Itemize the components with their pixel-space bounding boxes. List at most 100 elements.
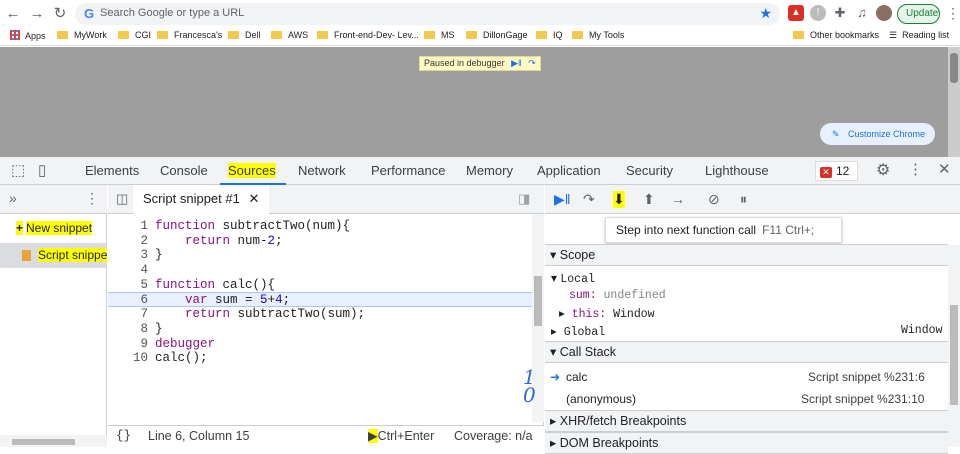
pause-on-exceptions-icon[interactable]: ⏸	[740, 191, 747, 208]
line-number[interactable]: 9	[108, 337, 148, 352]
debugger-scrollbar[interactable]	[948, 245, 960, 447]
tab-application[interactable]: Application	[537, 163, 601, 178]
code-line[interactable]: debugger	[155, 337, 365, 352]
browser-menu-icon[interactable]: ⋮	[946, 5, 960, 22]
scrollbar-thumb[interactable]	[534, 276, 542, 326]
source-code[interactable]: function subtractTwo(num){ return num-2;…	[155, 219, 365, 366]
scope-variable[interactable]: ▸ this: Window	[559, 306, 655, 321]
bookmark-folder[interactable]: DillonGage	[466, 30, 528, 40]
scope-variable[interactable]: sum: undefined	[569, 289, 666, 302]
scrollbar-thumb[interactable]	[950, 53, 958, 83]
tab-memory[interactable]: Memory	[466, 163, 513, 178]
new-snippet-button[interactable]: + New snippet	[16, 221, 93, 235]
run-snippet-button[interactable]: ▶Ctrl+Enter	[368, 426, 434, 447]
line-number[interactable]: 3	[108, 248, 148, 263]
other-bookmarks[interactable]: Other bookmarks	[793, 30, 879, 40]
extensions-puzzle-icon[interactable]: ✚	[832, 5, 848, 21]
navigator-menu-icon[interactable]: ⋮	[85, 190, 99, 207]
extension-icon[interactable]: ▲	[788, 5, 804, 21]
code-line[interactable]: }	[155, 322, 365, 337]
bookmark-folder[interactable]: MS	[424, 30, 455, 40]
step-out-icon[interactable]: ⬆	[643, 191, 655, 208]
toggle-navigator-icon[interactable]: ◫	[116, 191, 128, 207]
code-line[interactable]: var sum = 5+4;	[155, 293, 365, 308]
more-tabs-icon[interactable]: »	[9, 190, 17, 206]
line-number[interactable]: 10	[108, 351, 148, 366]
resume-icon[interactable]: ▶‖	[511, 58, 522, 68]
bookmark-folder[interactable]: Dell	[228, 30, 261, 40]
media-icon[interactable]: ♫	[854, 5, 870, 21]
update-button[interactable]: Update	[897, 4, 940, 24]
tab-performance[interactable]: Performance	[371, 163, 445, 178]
editor-tab[interactable]: Script snippet #1 ✕	[133, 185, 270, 214]
bookmark-folder[interactable]: My Tools	[572, 30, 624, 40]
close-tab-icon[interactable]: ✕	[248, 191, 259, 206]
step-over-icon[interactable]: ↷	[583, 191, 595, 208]
snippet-list-item[interactable]: Script snippet	[0, 243, 107, 268]
step-over-icon[interactable]: ↷	[528, 58, 536, 68]
extension-icon[interactable]: !	[810, 5, 826, 21]
tab-security[interactable]: Security	[626, 163, 673, 178]
bookmark-star-icon[interactable]: ★	[759, 5, 772, 22]
tab-console[interactable]: Console	[160, 163, 208, 178]
bookmark-apps[interactable]: Apps	[10, 30, 46, 41]
tab-lighthouse[interactable]: Lighthouse	[705, 163, 769, 178]
device-toolbar-icon[interactable]: ▯	[38, 161, 46, 179]
global-scope[interactable]: ▸ Global	[551, 324, 605, 339]
dom-breakpoints-section-header[interactable]: ▸ DOM Breakpoints	[545, 432, 948, 454]
bookmark-folder[interactable]: AWS	[271, 30, 308, 40]
bookmark-folder[interactable]: IQ	[536, 30, 563, 40]
more-options-icon[interactable]: ⋮	[908, 160, 923, 178]
line-number[interactable]: 6	[108, 293, 148, 308]
call-frame[interactable]: (anonymous)	[566, 392, 636, 406]
step-into-icon[interactable]: ⬇	[613, 191, 625, 208]
line-number[interactable]: 5	[108, 278, 148, 293]
toggle-debugger-icon[interactable]: ◨	[518, 191, 530, 207]
scrollbar-thumb[interactable]	[12, 439, 75, 445]
line-number[interactable]: 2	[108, 234, 148, 249]
call-frame-location[interactable]: Script snippet %231:10	[801, 392, 924, 406]
tab-elements[interactable]: Elements	[85, 163, 139, 178]
inspect-element-icon[interactable]: ⬚	[11, 161, 25, 179]
local-scope[interactable]: ▾ Local	[551, 271, 595, 286]
avatar[interactable]	[876, 5, 892, 21]
call-stack-section-header[interactable]: ▾ Call Stack	[545, 341, 948, 363]
line-number[interactable]: 8	[108, 322, 148, 337]
reading-list[interactable]: ☰ Reading list	[889, 30, 949, 41]
code-line[interactable]: return num-2;	[155, 234, 365, 249]
code-line[interactable]: function calc(){	[155, 278, 365, 293]
close-devtools-icon[interactable]: ✕	[938, 160, 951, 178]
reload-icon[interactable]: ↻	[50, 4, 70, 24]
settings-gear-icon[interactable]: ⚙	[876, 160, 890, 180]
code-line[interactable]: calc();	[155, 351, 365, 366]
step-icon[interactable]: →	[671, 191, 685, 207]
pretty-print-icon[interactable]: {}	[116, 426, 131, 447]
navigator-hscrollbar[interactable]	[0, 435, 107, 447]
page-scrollbar[interactable]	[948, 47, 960, 157]
line-number[interactable]: 7	[108, 307, 148, 322]
code-line[interactable]: }	[155, 248, 365, 263]
bookmark-folder[interactable]: CGI	[118, 30, 151, 40]
code-line[interactable]: return subtractTwo(sum);	[155, 307, 365, 322]
call-frame-location[interactable]: Script snippet %231:6	[808, 370, 925, 384]
bookmark-folder[interactable]: Francesca's	[157, 30, 222, 40]
xhr-breakpoints-section-header[interactable]: ▸ XHR/fetch Breakpoints	[545, 410, 948, 432]
omnibox[interactable]: G Search Google or type a URL ★	[75, 3, 780, 25]
line-number[interactable]: 1	[108, 219, 148, 234]
scrollbar-thumb[interactable]	[950, 305, 958, 405]
call-frame[interactable]: calc	[566, 370, 587, 384]
bookmark-folder[interactable]: MyWork	[57, 30, 107, 40]
bookmark-folder[interactable]: Front-end-Dev- Lev...	[317, 30, 419, 40]
forward-icon[interactable]: →	[27, 4, 47, 24]
customize-chrome-button[interactable]: ✎ Customize Chrome	[820, 123, 935, 145]
resume-icon[interactable]: ▶‖	[554, 191, 571, 208]
tab-sources[interactable]: Sources	[228, 163, 276, 178]
code-line[interactable]	[155, 263, 365, 278]
line-number[interactable]: 4	[108, 263, 148, 278]
deactivate-breakpoints-icon[interactable]: ⊘	[708, 191, 720, 208]
code-line[interactable]: function subtractTwo(num){	[155, 219, 365, 234]
scope-section-header[interactable]: ▾ Scope	[545, 244, 948, 266]
tab-network[interactable]: Network	[298, 163, 346, 178]
back-icon[interactable]: ←	[3, 4, 23, 24]
error-count-badge[interactable]: ✕ 12	[815, 161, 858, 181]
